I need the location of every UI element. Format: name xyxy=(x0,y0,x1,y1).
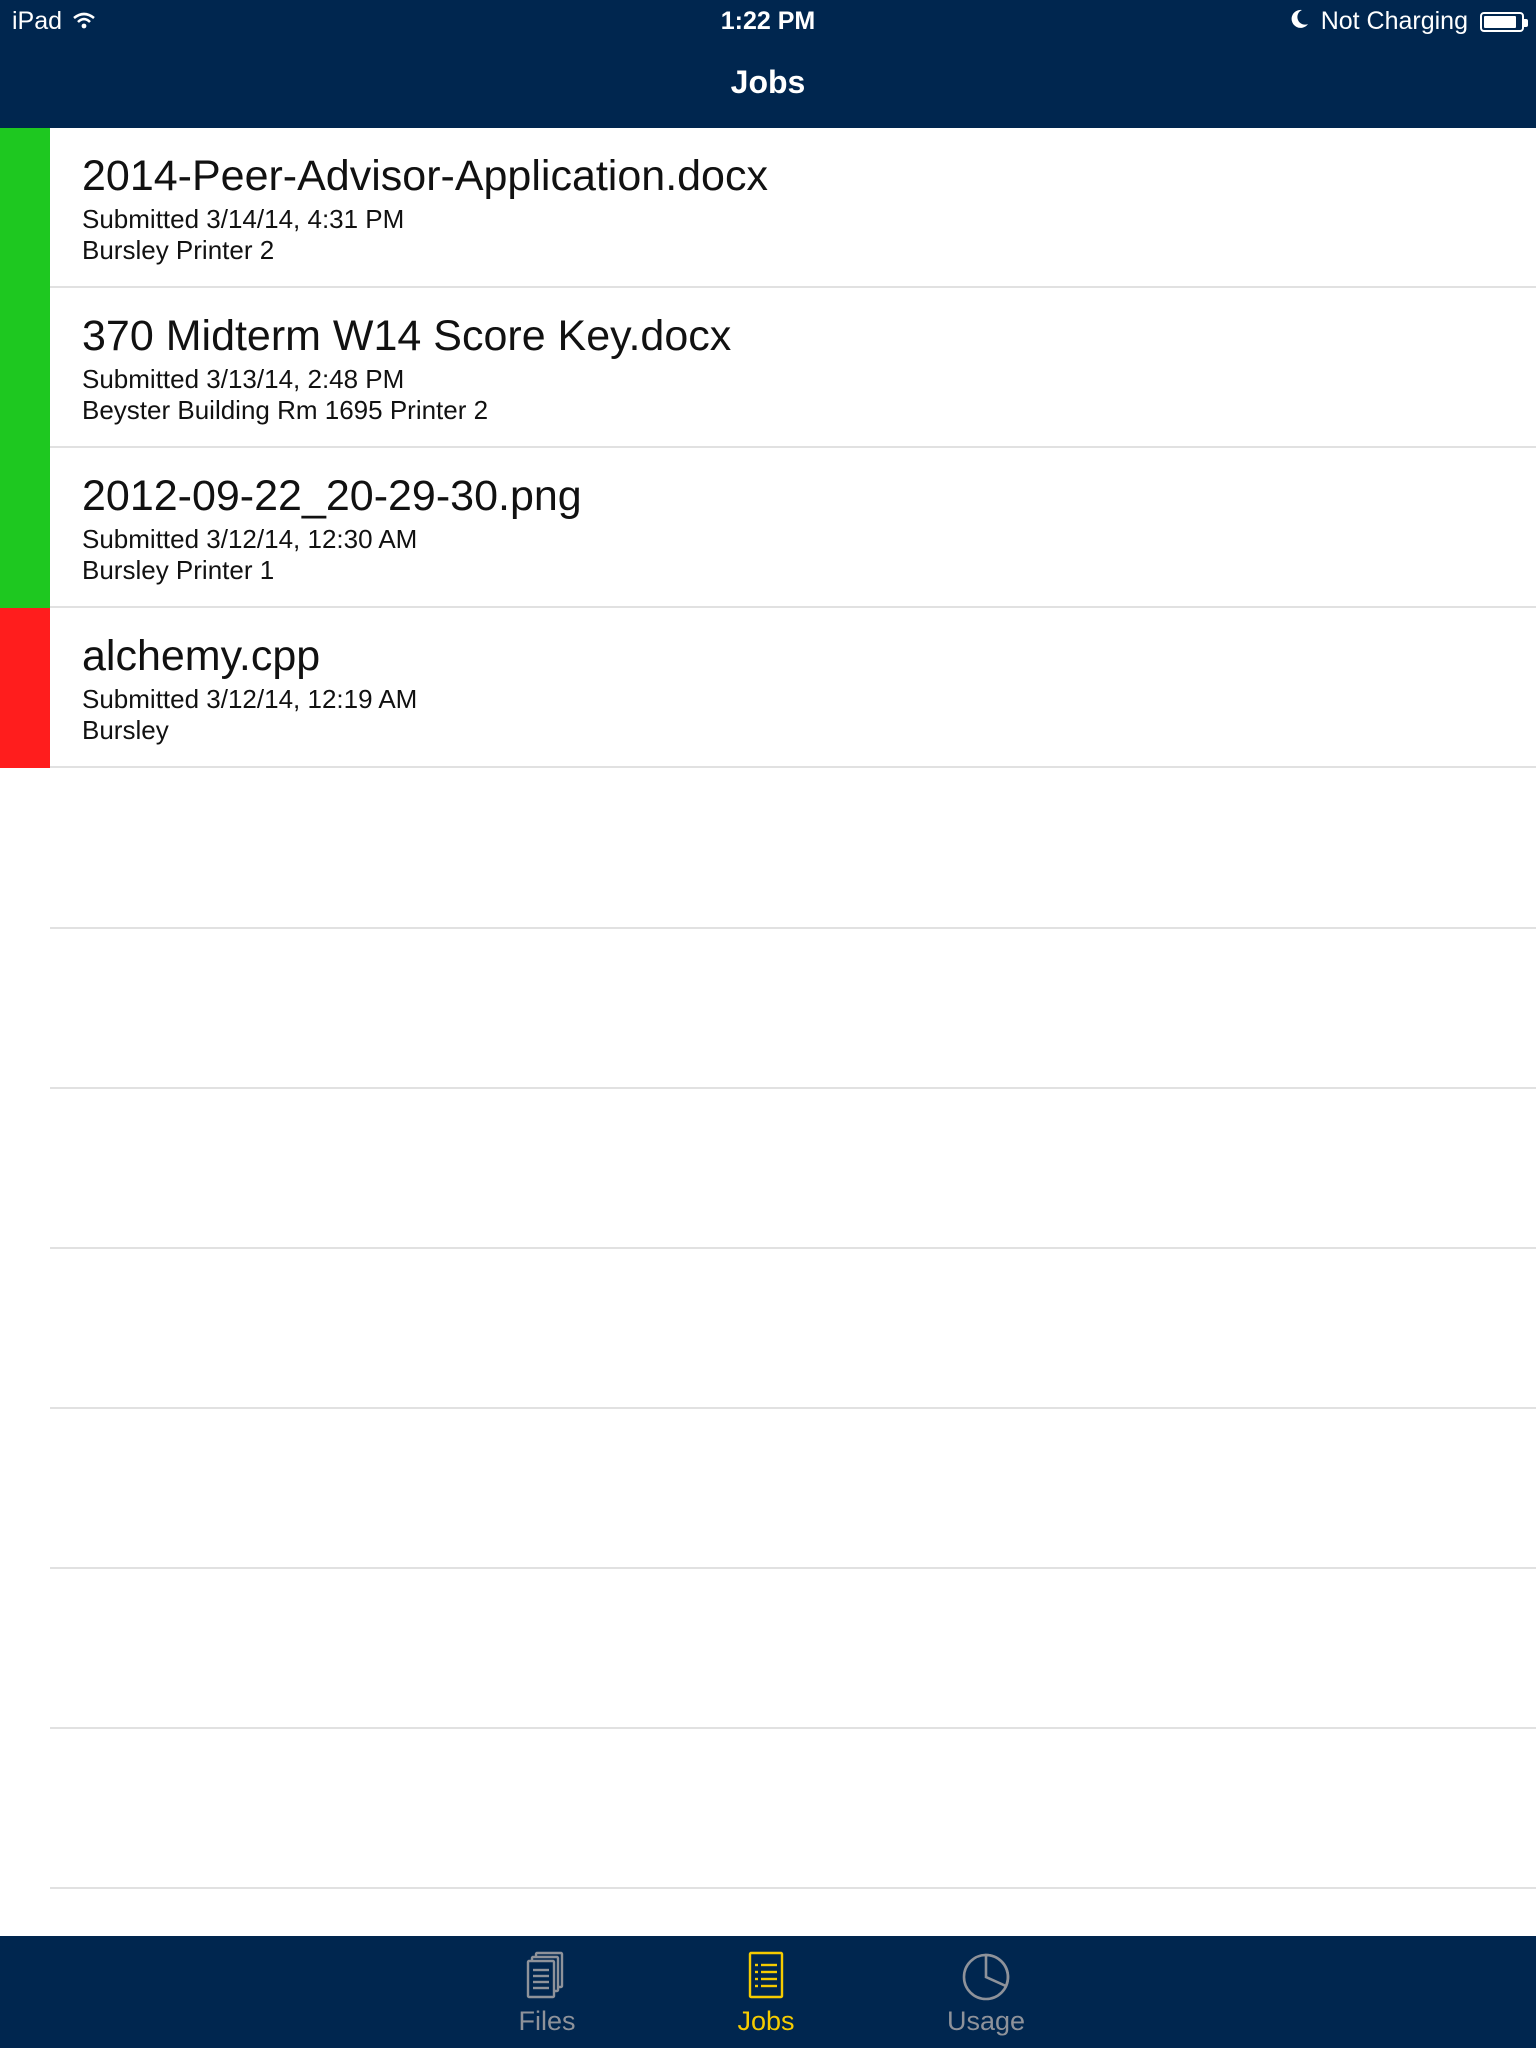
row-divider xyxy=(50,766,1536,768)
job-submitted: Submitted 3/14/14, 4:31 PM xyxy=(82,204,405,234)
tab-files[interactable]: Files xyxy=(472,1936,622,2048)
tab-usage[interactable]: Usage xyxy=(911,1936,1061,2048)
page-title: Jobs xyxy=(730,64,806,100)
job-name: alchemy.cpp xyxy=(82,632,321,680)
job-name: 2014-Peer-Advisor-Application.docx xyxy=(82,152,768,200)
job-printer: Beyster Building Rm 1695 Printer 2 xyxy=(82,395,489,425)
empty-row-divider xyxy=(50,927,1536,929)
tab-label: Usage xyxy=(946,2006,1026,2036)
moon-icon xyxy=(1291,7,1309,36)
empty-row-divider xyxy=(50,1087,1536,1089)
job-status-indicator xyxy=(0,448,50,608)
tab-label: Jobs xyxy=(737,2006,795,2036)
usage-pie-icon xyxy=(962,1953,1010,2001)
job-name: 2012-09-22_20-29-30.png xyxy=(82,472,582,520)
job-status-indicator xyxy=(0,128,50,288)
job-row[interactable]: 370 Midterm W14 Score Key.docx Submitted… xyxy=(0,288,1536,448)
job-status-indicator xyxy=(0,288,50,448)
job-printer: Bursley xyxy=(82,715,169,745)
job-submitted: Submitted 3/12/14, 12:30 AM xyxy=(82,524,418,554)
empty-row-divider xyxy=(50,1887,1536,1889)
tab-jobs[interactable]: Jobs xyxy=(691,1936,841,2048)
job-name: 370 Midterm W14 Score Key.docx xyxy=(82,312,732,360)
jobs-list: 2014-Peer-Advisor-Application.docx Submi… xyxy=(0,128,1536,1936)
empty-row-divider xyxy=(50,1727,1536,1729)
status-bar: iPad 1:22 PM Not Charging xyxy=(0,0,1536,42)
job-row[interactable]: alchemy.cpp Submitted 3/12/14, 12:19 AM … xyxy=(0,608,1536,768)
battery-icon xyxy=(1480,11,1528,32)
job-submitted: Submitted 3/13/14, 2:48 PM xyxy=(82,364,405,394)
empty-row-divider xyxy=(50,1247,1536,1249)
navigation-bar: Jobs xyxy=(0,42,1536,128)
charging-status: Not Charging xyxy=(1320,7,1468,35)
job-row[interactable]: 2014-Peer-Advisor-Application.docx Submi… xyxy=(0,128,1536,288)
job-printer: Bursley Printer 2 xyxy=(82,235,275,265)
tab-label: Files xyxy=(518,2006,576,2036)
job-submitted: Submitted 3/12/14, 12:19 AM xyxy=(82,684,418,714)
job-printer: Bursley Printer 1 xyxy=(82,555,275,585)
empty-row-divider xyxy=(50,1407,1536,1409)
job-status-indicator xyxy=(0,608,50,768)
jobs-icon xyxy=(748,1951,784,1999)
tab-bar: Files Jobs Usage xyxy=(0,1936,1536,2048)
empty-row-divider xyxy=(50,1567,1536,1569)
job-row[interactable]: 2012-09-22_20-29-30.png Submitted 3/12/1… xyxy=(0,448,1536,608)
files-icon xyxy=(526,1951,564,1999)
